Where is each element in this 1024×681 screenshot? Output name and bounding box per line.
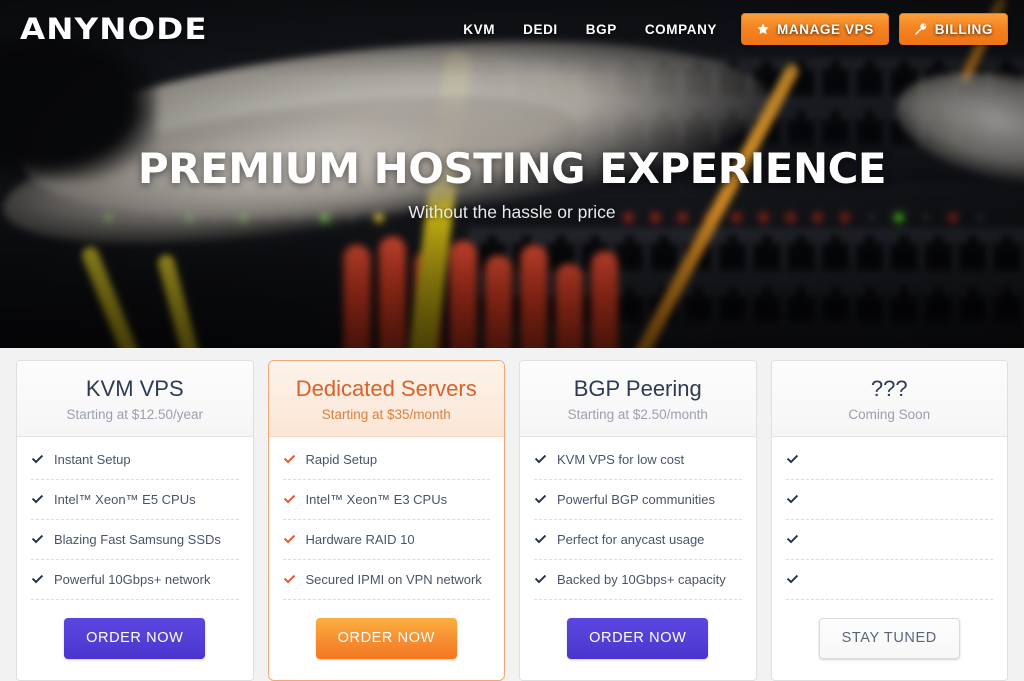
check-icon bbox=[31, 573, 44, 586]
pricing-card-title: ??? bbox=[870, 376, 908, 401]
check-icon bbox=[31, 493, 44, 506]
feature-label: Secured IPMI on VPN network bbox=[305, 572, 482, 588]
stay-tuned-button[interactable]: STAY TUNED bbox=[818, 617, 960, 659]
list-item: Secured IPMI on VPN network bbox=[282, 560, 490, 601]
pricing-card-title: Dedicated Servers bbox=[295, 376, 477, 401]
nav-link-bgp[interactable]: BGP bbox=[572, 22, 631, 37]
feature-label: Powerful 10Gbps+ network bbox=[54, 572, 211, 588]
billing-button[interactable]: BILLING bbox=[898, 13, 1008, 45]
list-item bbox=[785, 560, 993, 601]
list-item: Intel™ Xeon™ E3 CPUs bbox=[282, 480, 490, 521]
pricing-card-bgp-peering: BGP Peering Starting at $2.50/month KVM … bbox=[519, 360, 757, 681]
pricing-card-header: Dedicated Servers Starting at $35/month bbox=[268, 361, 504, 438]
manage-vps-button[interactable]: MANAGE VPS bbox=[741, 13, 889, 45]
pricing-section: KVM VPS Starting at $12.50/year Instant … bbox=[0, 348, 1024, 681]
order-now-button-bgp[interactable]: ORDER NOW bbox=[567, 617, 709, 659]
list-item: KVM VPS for low cost bbox=[534, 440, 742, 481]
hero-banner: ANYNODE KVM DEDI BGP COMPANY MANAGE VPS bbox=[0, 0, 1024, 348]
check-icon bbox=[786, 493, 799, 506]
pricing-card-header: BGP Peering Starting at $2.50/month bbox=[520, 361, 756, 438]
pricing-card-footer: STAY TUNED bbox=[772, 600, 1008, 680]
pricing-card-subtitle: Starting at $35/month bbox=[321, 407, 451, 423]
pricing-feature-list: KVM VPS for low cost Powerful BGP commun… bbox=[520, 437, 756, 601]
list-item: Rapid Setup bbox=[282, 440, 490, 481]
pricing-card-dedicated-servers: Dedicated Servers Starting at $35/month … bbox=[267, 360, 505, 681]
list-item: Backed by 10Gbps+ capacity bbox=[534, 560, 742, 601]
key-icon bbox=[914, 22, 928, 36]
check-icon bbox=[534, 493, 547, 506]
feature-label: Powerful BGP communities bbox=[557, 492, 715, 508]
hero-subheading: Without the hassle or price bbox=[408, 201, 616, 222]
site-header: ANYNODE KVM DEDI BGP COMPANY MANAGE VPS bbox=[0, 0, 1024, 58]
check-icon bbox=[31, 533, 44, 546]
check-icon bbox=[786, 573, 799, 586]
check-icon bbox=[786, 533, 799, 546]
feature-label: Instant Setup bbox=[54, 452, 131, 468]
feature-label: Rapid Setup bbox=[305, 452, 378, 468]
check-icon bbox=[534, 453, 547, 466]
hero-heading: PREMIUM HOSTING EXPERIENCE bbox=[137, 143, 887, 193]
check-icon bbox=[283, 573, 296, 586]
pricing-card-subtitle: Starting at $12.50/year bbox=[66, 407, 204, 423]
list-item: Perfect for anycast usage bbox=[534, 520, 742, 561]
pricing-feature-list: Instant Setup Intel™ Xeon™ E5 CPUs Blazi… bbox=[17, 437, 253, 601]
list-item bbox=[785, 520, 993, 561]
nav-link-company[interactable]: COMPANY bbox=[631, 22, 731, 37]
pricing-card-kvm-vps: KVM VPS Starting at $12.50/year Instant … bbox=[16, 360, 254, 681]
list-item: Intel™ Xeon™ E5 CPUs bbox=[31, 480, 239, 521]
pricing-card-title: BGP Peering bbox=[573, 376, 702, 401]
feature-label: Backed by 10Gbps+ capacity bbox=[557, 572, 726, 588]
list-item bbox=[785, 440, 993, 481]
pricing-card-footer: ORDER NOW bbox=[17, 600, 253, 680]
check-icon bbox=[786, 453, 799, 466]
check-icon bbox=[534, 533, 547, 546]
check-icon bbox=[283, 533, 296, 546]
pricing-feature-list: Rapid Setup Intel™ Xeon™ E3 CPUs Hardwar… bbox=[269, 437, 505, 601]
site-logo[interactable]: ANYNODE bbox=[20, 12, 208, 46]
list-item: Instant Setup bbox=[31, 440, 239, 481]
check-icon bbox=[31, 453, 44, 466]
feature-label: Intel™ Xeon™ E5 CPUs bbox=[54, 492, 196, 508]
pricing-card-header: KVM VPS Starting at $12.50/year bbox=[17, 361, 253, 438]
feature-label: Intel™ Xeon™ E3 CPUs bbox=[305, 492, 448, 508]
pricing-card-footer: ORDER NOW bbox=[520, 600, 756, 680]
pricing-card-footer: ORDER NOW bbox=[269, 600, 505, 680]
manage-vps-label: MANAGE VPS bbox=[777, 21, 874, 37]
check-icon bbox=[283, 493, 296, 506]
list-item: Hardware RAID 10 bbox=[282, 520, 490, 561]
list-item bbox=[785, 480, 993, 521]
feature-label: Blazing Fast Samsung SSDs bbox=[54, 532, 221, 548]
star-icon bbox=[756, 22, 770, 36]
billing-label: BILLING bbox=[934, 21, 993, 37]
check-icon bbox=[283, 453, 296, 466]
pricing-card-subtitle: Coming Soon bbox=[848, 407, 931, 423]
list-item: Powerful 10Gbps+ network bbox=[31, 560, 239, 601]
pricing-card-header: ??? Coming Soon bbox=[771, 361, 1007, 438]
order-now-button-dedicated[interactable]: ORDER NOW bbox=[315, 617, 457, 659]
feature-label: KVM VPS for low cost bbox=[557, 452, 685, 468]
pricing-card-title: KVM VPS bbox=[85, 376, 184, 401]
list-item: Powerful BGP communities bbox=[534, 480, 742, 521]
main-navigation: KVM DEDI BGP COMPANY MANAGE VPS BILLING bbox=[449, 13, 1024, 45]
pricing-feature-list bbox=[772, 437, 1008, 601]
nav-link-kvm[interactable]: KVM bbox=[449, 22, 509, 37]
feature-label: Hardware RAID 10 bbox=[305, 532, 415, 548]
pricing-card-subtitle: Starting at $2.50/month bbox=[567, 407, 708, 423]
pricing-card-coming-soon: ??? Coming Soon STAY TUNED bbox=[770, 360, 1008, 681]
check-icon bbox=[534, 573, 547, 586]
list-item: Blazing Fast Samsung SSDs bbox=[31, 520, 239, 561]
order-now-button-kvm[interactable]: ORDER NOW bbox=[64, 617, 206, 659]
feature-label: Perfect for anycast usage bbox=[557, 532, 705, 548]
nav-link-dedi[interactable]: DEDI bbox=[509, 22, 572, 37]
